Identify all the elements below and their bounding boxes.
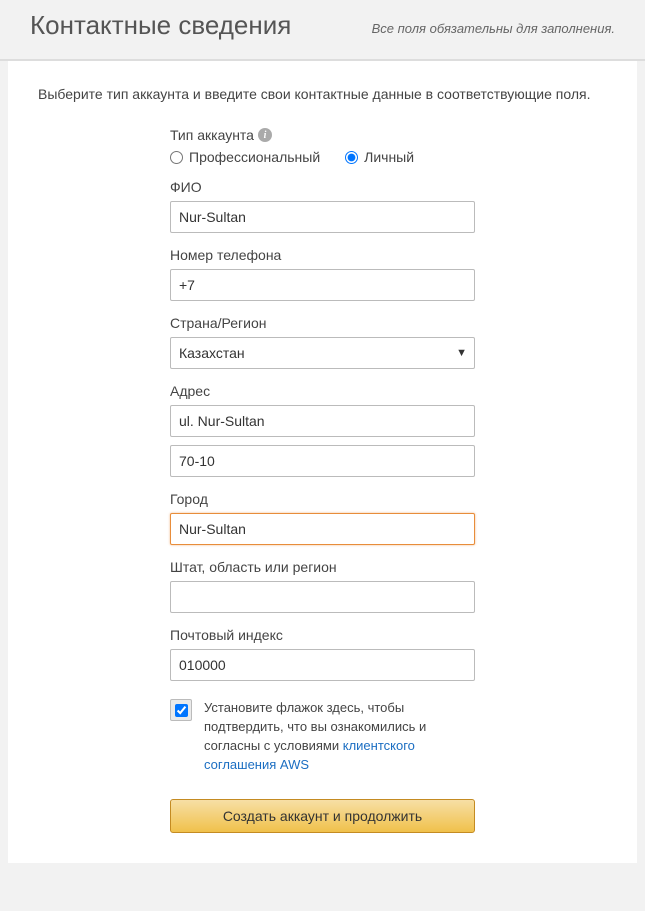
phone-input[interactable] [170, 269, 475, 301]
address-line2-input[interactable] [170, 445, 475, 477]
country-select[interactable]: Казахстан [170, 337, 475, 369]
form: Тип аккаунта i Профессиональный Личный Ф… [170, 127, 475, 833]
agreement-checkbox-wrap[interactable] [170, 699, 192, 721]
account-type-label-text: Тип аккаунта [170, 127, 254, 143]
agreement-checkbox[interactable] [175, 704, 188, 717]
state-input[interactable] [170, 581, 475, 613]
required-fields-hint: Все поля обязательны для заполнения. [372, 20, 615, 38]
radio-personal-input[interactable] [345, 151, 358, 164]
page-header: Контактные сведения Все поля обязательны… [0, 0, 645, 61]
state-label: Штат, область или регион [170, 559, 475, 575]
radio-personal[interactable]: Личный [345, 149, 414, 165]
full-name-label: ФИО [170, 179, 475, 195]
create-account-button[interactable]: Создать аккаунт и продолжить [170, 799, 475, 833]
postal-input[interactable] [170, 649, 475, 681]
full-name-input[interactable] [170, 201, 475, 233]
form-content: Выберите тип аккаунта и введите свои кон… [8, 61, 637, 863]
address-line1-input[interactable] [170, 405, 475, 437]
info-icon[interactable]: i [258, 128, 272, 142]
radio-professional[interactable]: Профессиональный [170, 149, 320, 165]
account-type-radios: Профессиональный Личный [170, 149, 475, 165]
account-type-label: Тип аккаунта i [170, 127, 475, 143]
agreement-text: Установите флажок здесь, чтобы подтверди… [204, 699, 475, 774]
intro-text: Выберите тип аккаунта и введите свои кон… [38, 86, 607, 102]
country-label: Страна/Регион [170, 315, 475, 331]
postal-label: Почтовый индекс [170, 627, 475, 643]
radio-personal-label: Личный [364, 149, 414, 165]
agreement-row: Установите флажок здесь, чтобы подтверди… [170, 699, 475, 774]
address-label: Адрес [170, 383, 475, 399]
city-input[interactable] [170, 513, 475, 545]
phone-label: Номер телефона [170, 247, 475, 263]
city-label: Город [170, 491, 475, 507]
radio-professional-label: Профессиональный [189, 149, 320, 165]
radio-professional-input[interactable] [170, 151, 183, 164]
